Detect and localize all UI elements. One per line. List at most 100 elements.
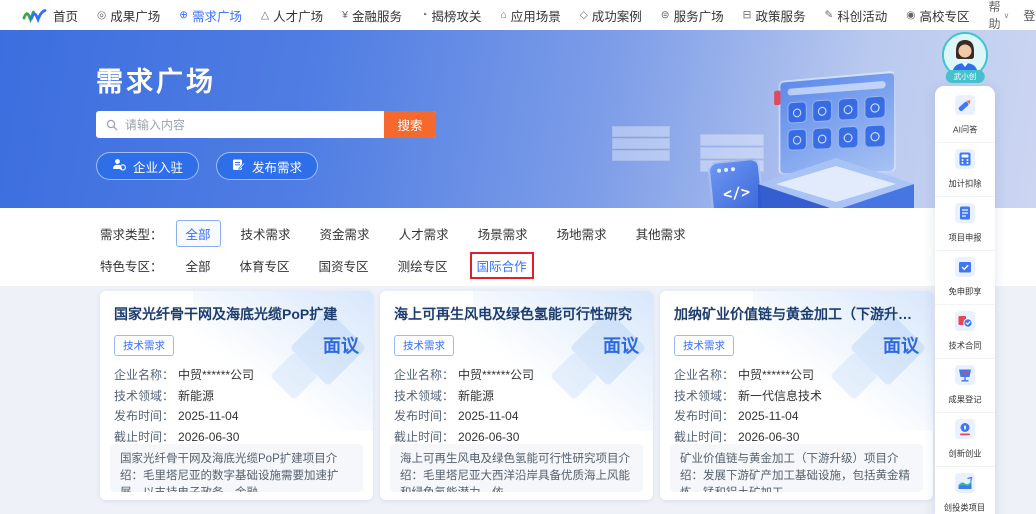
finance-icon: ¥ [342, 10, 348, 21]
filter-type-scenario[interactable]: 场景需求 [478, 224, 528, 243]
toolbar-panel: AI问答 加计扣除 项目申报 免申即享 技术合同 [935, 86, 995, 514]
publish-icon [232, 158, 245, 174]
growth-chart-icon [955, 473, 975, 498]
nav-item-university[interactable]: ◉高校专区 [906, 6, 969, 25]
award-stand-icon [955, 419, 975, 444]
calculator-icon [955, 149, 975, 174]
nav-item-talent[interactable]: △人才广场 [261, 6, 323, 25]
nav-item-challenge[interactable]: ◔揭榜攻关 [421, 6, 481, 25]
code-icon: </> [710, 169, 762, 208]
search-input[interactable] [125, 111, 384, 138]
sidebar-item-project-declare[interactable]: 项目申报 [935, 197, 995, 251]
filter-zone-surveying[interactable]: 测绘专区 [398, 256, 448, 275]
help-dropdown[interactable]: 帮助∨ [988, 0, 1009, 32]
enterprise-join-button[interactable]: 企业入驻 [96, 152, 199, 180]
enterprise-icon [112, 158, 126, 174]
achievements-icon: ◎ [97, 10, 106, 21]
publish-date: 2025-11-04 [178, 406, 239, 427]
nav-item-cases[interactable]: ◇成功案例 [580, 6, 642, 25]
top-navigation: 首页 ◎成果广场 ⊕需求广场 △人才广场 ¥金融服务 ◔揭榜攻关 ⌂应用场景 ◇… [0, 0, 1036, 30]
card-description: 海上可再生风电及绿色氢能可行性研究项目介绍：毛里塔尼亚大西洋沿岸具备优质海上风能… [390, 444, 643, 492]
card-title: 加纳矿业价值链与黄金加工（下游升级） [674, 304, 919, 324]
tech-field: 新能源 [458, 386, 494, 407]
special-zone-label: 特色专区： [100, 256, 163, 275]
sidebar-item-no-apply-benefit[interactable]: 免申即享 [935, 251, 995, 305]
nav-item-activities[interactable]: ✎科创活动 [824, 6, 887, 25]
card-description: 矿业价值链与黄金加工（下游升级）项目介绍：发展下游矿产加工基础设施，包括黄金精炼… [670, 444, 923, 492]
nav-item-scenarios[interactable]: ⌂应用场景 [500, 6, 560, 25]
filter-type-all[interactable]: 全部 [176, 220, 221, 247]
demand-icon: ⊕ [179, 10, 188, 21]
contract-seal-icon [955, 311, 975, 336]
scenarios-icon: ⌂ [500, 10, 506, 21]
company-name: 中贸******公司 [738, 365, 814, 386]
search-bar: 搜索 [96, 111, 436, 138]
company-name: 中贸******公司 [178, 365, 254, 386]
sidebar-item-innovation[interactable]: 创新创业 [935, 413, 995, 467]
filter-type-funding[interactable]: 资金需求 [320, 224, 370, 243]
search-button[interactable]: 搜索 [384, 111, 436, 138]
activities-icon: ✎ [824, 10, 833, 21]
nav-item-policy[interactable]: ⊟政策服务 [743, 6, 806, 25]
filter-type-site[interactable]: 场地需求 [557, 224, 607, 243]
demand-type-label: 需求类型： [100, 224, 163, 243]
filter-type-talent[interactable]: 人才需求 [399, 224, 449, 243]
chevron-down-icon: ∨ [1003, 11, 1009, 20]
demand-type-badge: 技术需求 [674, 335, 734, 356]
filter-zone-international-highlighted[interactable]: 国际合作 [470, 252, 534, 279]
trend-board-icon [955, 365, 975, 390]
filter-section: 需求类型： 全部 技术需求 资金需求 人才需求 场景需求 场地需求 其他需求 特… [0, 208, 1036, 286]
site-logo-icon[interactable] [22, 8, 47, 23]
filter-type-other[interactable]: 其他需求 [636, 224, 686, 243]
nav-item-demand[interactable]: ⊕需求广场 [179, 6, 242, 25]
nav-item-services[interactable]: ⊜服务广场 [661, 6, 724, 25]
policy-icon: ⊟ [743, 10, 752, 21]
sidebar-item-ai-qa[interactable]: AI问答 [935, 89, 995, 143]
challenge-icon: ◔ [421, 10, 427, 21]
sidebar-item-achievement-register[interactable]: 成果登记 [935, 359, 995, 413]
price-negotiable: 面议 [883, 332, 919, 358]
filter-zone-all[interactable]: 全部 [186, 256, 211, 275]
demand-card-1[interactable]: 国家光纤骨干网及海底光缆PoP扩建 技术需求 面议 企业名称：中贸******公… [100, 291, 373, 500]
ai-pen-icon [955, 95, 975, 120]
publish-demand-button[interactable]: 发布需求 [216, 152, 318, 180]
services-icon: ⊜ [661, 10, 670, 21]
nav-item-achievements[interactable]: ◎成果广场 [97, 6, 160, 25]
demand-card-3[interactable]: 加纳矿业价值链与黄金加工（下游升级） 技术需求 面议 企业名称：中贸******… [660, 291, 933, 500]
filter-type-tech[interactable]: 技术需求 [241, 224, 291, 243]
page-title: 需求广场 [96, 60, 216, 99]
nav-label: 首页 [53, 6, 78, 25]
nav-item-home[interactable]: 首页 [53, 6, 78, 25]
folder-check-icon [955, 257, 975, 282]
tech-field: 新一代信息技术 [738, 386, 822, 407]
price-negotiable: 面议 [323, 332, 359, 358]
university-icon: ◉ [906, 10, 915, 21]
talent-icon: △ [261, 10, 269, 21]
sidebar-item-tax-deduction[interactable]: 加计扣除 [935, 143, 995, 197]
publish-date: 2025-11-04 [458, 406, 519, 427]
login-link[interactable]: 登录/注册 [1023, 7, 1036, 24]
card-description: 国家光纤骨干网及海底光缆PoP扩建项目介绍：毛里塔尼亚的数字基础设施需要加速扩展… [110, 444, 363, 492]
demand-card-2[interactable]: 海上可再生风电及绿色氢能可行性研究 技术需求 面议 企业名称：中贸******公… [380, 291, 653, 500]
filter-zone-sports[interactable]: 体育专区 [240, 256, 290, 275]
card-title: 海上可再生风电及绿色氢能可行性研究 [394, 304, 639, 324]
hero-illustration-code-window: </> [707, 157, 765, 208]
price-negotiable: 面议 [603, 332, 639, 358]
sidebar-item-venture-projects[interactable]: 创投类项目 [935, 467, 995, 514]
demand-type-badge: 技术需求 [114, 335, 174, 356]
filter-zone-stateowned[interactable]: 国资专区 [319, 256, 369, 275]
tech-field: 新能源 [178, 386, 214, 407]
demand-type-badge: 技术需求 [394, 335, 454, 356]
hero-banner: 需求广场 搜索 企业入驻 发布需求 [0, 30, 1036, 208]
assistant-name-badge: 武小创 [946, 70, 985, 83]
cases-icon: ◇ [580, 10, 588, 21]
document-icon [955, 203, 975, 228]
publish-date: 2025-11-04 [738, 406, 799, 427]
card-title: 国家光纤骨干网及海底光缆PoP扩建 [114, 304, 359, 324]
nav-item-finance[interactable]: ¥金融服务 [342, 6, 402, 25]
floating-toolbar: 武小创 AI问答 加计扣除 项目申报 免申即享 [933, 30, 997, 514]
search-icon [106, 119, 118, 131]
company-name: 中贸******公司 [458, 365, 534, 386]
sidebar-item-tech-contract[interactable]: 技术合同 [935, 305, 995, 359]
hero-illustration-platform [758, 158, 914, 208]
